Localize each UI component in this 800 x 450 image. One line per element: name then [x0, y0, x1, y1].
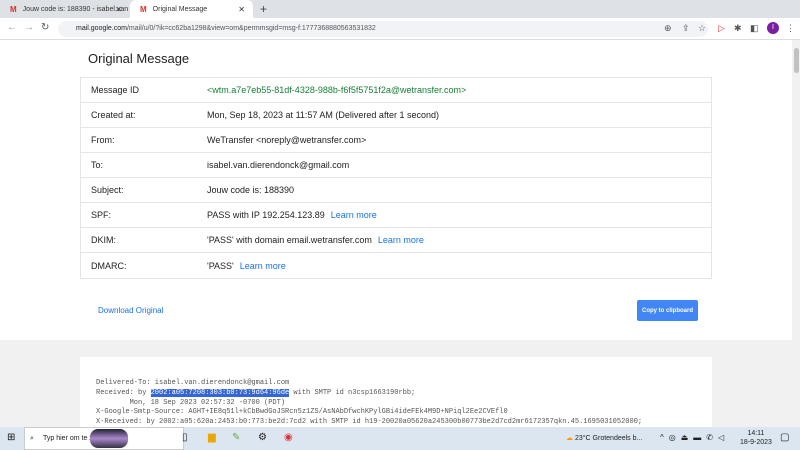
reload-icon[interactable]: ↻ — [41, 22, 49, 33]
weather-icon: ☁ — [566, 435, 573, 442]
gmail-icon: M — [140, 4, 147, 14]
task-view-icon[interactable]: ▯ — [182, 432, 188, 443]
share-icon[interactable]: ⇪ — [682, 23, 690, 34]
extension-icon[interactable]: ▷ — [718, 23, 725, 34]
raw-message[interactable]: Delivered-To: isabel.van.dierendonck@gma… — [80, 357, 712, 427]
sidepanel-icon[interactable]: ◧ — [750, 23, 759, 34]
table-row: Created at: Mon, Sep 18, 2023 at 11:57 AM… — [81, 103, 711, 128]
puzzle-icon[interactable]: ✱ — [734, 23, 742, 34]
search-highlight-image — [90, 429, 128, 448]
scrollbar[interactable] — [792, 40, 800, 427]
chrome-icon[interactable]: ◉ — [284, 432, 293, 443]
new-tab-button[interactable]: + — [260, 2, 267, 16]
notifications-icon[interactable]: ▢ — [780, 432, 789, 443]
tab-bar: M Jouw code is: 188390 - isabel.van ✕ M Ori… — [0, 0, 800, 18]
close-icon[interactable]: ✕ — [115, 5, 122, 14]
table-row: Message ID <wtm.a7e7eb55-81df-4328-988b-f… — [81, 78, 711, 103]
dmarc-learn-more-link[interactable]: Learn more — [240, 261, 286, 271]
scrollbar-thumb[interactable] — [794, 48, 799, 73]
copy-to-clipboard-button[interactable]: Copy to clipboard — [637, 300, 698, 321]
gmail-icon: M — [10, 4, 17, 14]
page-title: Original Message — [88, 51, 190, 66]
header-table: Message ID <wtm.a7e7eb55-81df-4328-988b-f… — [80, 77, 712, 279]
selected-text: 2002:a05:7208:303:b0:73:9d64:96de — [150, 388, 290, 397]
table-row: Subject: Jouw code is: 188390 — [81, 178, 711, 203]
table-row: SPF: PASS with IP 192.254.123.89 Learn mor… — [81, 203, 711, 228]
file-explorer-icon[interactable]: ▆ — [208, 432, 216, 443]
tab-jouw-code[interactable]: M Jouw code is: 188390 - isabel.van ✕ — [0, 0, 130, 18]
close-icon[interactable]: ✕ — [238, 5, 245, 14]
star-icon[interactable]: ☆ — [698, 23, 706, 34]
address-bar-row: ← → ↻ mail.google.com/mail/u/0/?ik=cc62b… — [0, 18, 800, 40]
menu-icon[interactable]: ⋮ — [786, 23, 795, 34]
paint-icon[interactable]: ✎ — [232, 432, 240, 443]
settings-icon[interactable]: ⚙ — [258, 432, 267, 443]
table-row: From: WeTransfer <noreply@wetransfer.com> — [81, 128, 711, 153]
forward-icon[interactable]: → — [24, 22, 34, 33]
tray-icons[interactable]: ^◎⏏▬✆◁ — [660, 433, 729, 442]
url-input[interactable]: mail.google.com/mail/u/0/?ik=cc62ba1298&… — [58, 21, 708, 37]
tab-original-message[interactable]: M Original Message ✕ — [130, 0, 253, 18]
table-row: DKIM: 'PASS' with domain email.wetransfer… — [81, 228, 711, 253]
windows-start-icon[interactable]: ⊞ — [7, 432, 15, 443]
clock[interactable]: 14:11 18-9-2023 — [740, 429, 772, 447]
download-original-link[interactable]: Download Original — [98, 306, 163, 315]
taskbar: ⊞ ⌕ Typ hier om te zoeken ▯ ▆ ✎ ⚙ ◉ ☁ 23°… — [0, 427, 800, 450]
spf-learn-more-link[interactable]: Learn more — [331, 210, 377, 220]
avatar[interactable]: I — [767, 22, 779, 34]
table-row: DMARC: 'PASS' Learn more — [91, 260, 286, 271]
zoom-icon[interactable]: ⊕ — [664, 23, 672, 34]
back-icon[interactable]: ← — [7, 22, 17, 33]
table-row: To: isabel.van.dierendonck@gmail.com — [81, 153, 711, 178]
weather-widget[interactable]: ☁ 23°C Grotendeels b... — [566, 434, 642, 442]
dkim-learn-more-link[interactable]: Learn more — [378, 235, 424, 245]
search-icon: ⌕ — [30, 435, 34, 442]
